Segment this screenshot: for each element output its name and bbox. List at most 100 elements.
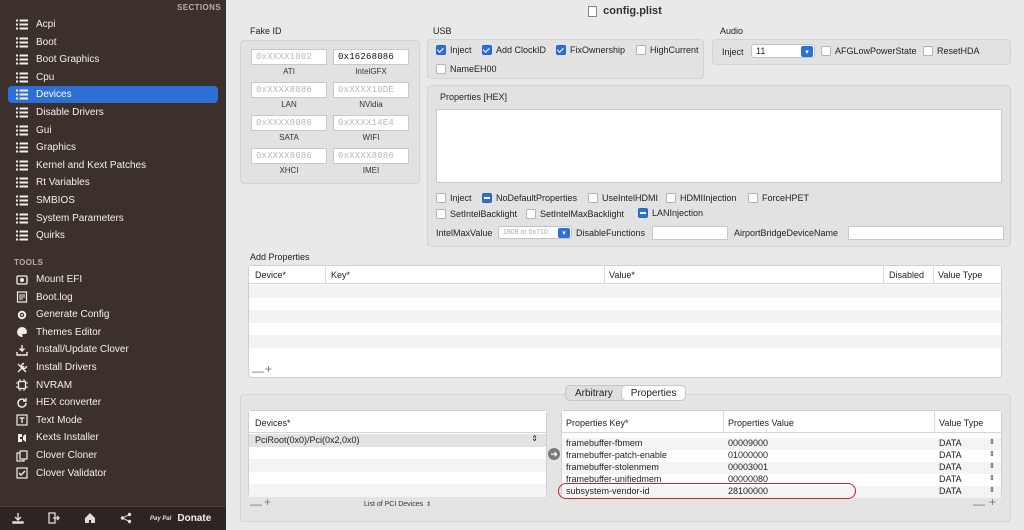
save-button[interactable] xyxy=(0,507,36,530)
sidebar-item-rt-variables[interactable]: Rt Variables xyxy=(8,174,218,191)
sidebar-tool-themes-editor[interactable]: Themes Editor xyxy=(8,324,218,341)
hex-useintelhdmi-checkbox[interactable]: UseIntelHDMI xyxy=(588,193,658,203)
table-row[interactable] xyxy=(249,322,1001,335)
add-properties-add-button[interactable]: + xyxy=(265,362,272,376)
sidebar-tool-clover-validator[interactable]: Clover Validator xyxy=(8,465,218,482)
property-row[interactable]: framebuffer-stolenmem 00003001 DATA ⇕ xyxy=(562,462,1001,474)
device-row[interactable] xyxy=(249,446,546,459)
properties-remove-button[interactable]: — xyxy=(973,497,985,511)
device-row[interactable] xyxy=(249,471,546,484)
updown-chevron-icon[interactable]: ⇕ xyxy=(989,462,995,470)
sidebar-item-cpu[interactable]: Cpu xyxy=(8,69,218,86)
table-row[interactable] xyxy=(249,297,1001,310)
device-row[interactable] xyxy=(249,484,546,497)
column-device[interactable]: Device* xyxy=(255,270,286,280)
tab-arbitrary[interactable]: Arbitrary xyxy=(566,386,622,400)
audio-afglowpowerstate-checkbox[interactable]: AFGLowPowerState xyxy=(821,46,917,56)
updown-chevron-icon[interactable]: ⇕ xyxy=(989,486,995,494)
column-disabled[interactable]: Disabled xyxy=(889,270,924,280)
device-row[interactable] xyxy=(249,459,546,472)
properties-hex-textarea[interactable] xyxy=(436,109,1002,183)
hex-nodefaultproperties-checkbox[interactable]: NoDefaultProperties xyxy=(482,193,577,203)
fake-id-ati-input[interactable]: 0xXXXX1002 xyxy=(251,49,327,65)
sidebar-tool-kexts-installer[interactable]: Kexts Installer xyxy=(8,429,218,446)
sidebar-item-graphics[interactable]: Graphics xyxy=(8,139,218,156)
hex-forcehpet-checkbox[interactable]: ForceHPET xyxy=(748,193,809,203)
devices-remove-button[interactable]: — xyxy=(250,497,262,511)
sidebar-tool-install-update-clover[interactable]: Install/Update Clover xyxy=(8,341,218,358)
updown-chevron-icon[interactable]: ⇕ xyxy=(989,450,995,458)
arrow-right-icon[interactable]: ➜ xyxy=(548,448,560,460)
sidebar-item-boot[interactable]: Boot xyxy=(8,34,218,51)
sidebar-tool-clover-cloner[interactable]: Clover Cloner xyxy=(8,447,218,464)
sidebar-tool-nvram[interactable]: NVRAM xyxy=(8,377,218,394)
updown-chevron-icon[interactable]: ⇕ xyxy=(531,434,538,443)
add-properties-remove-button[interactable]: — xyxy=(252,364,264,378)
usb-nameeh00-checkbox[interactable]: NameEH00 xyxy=(436,64,497,74)
hex-setintelbacklight-checkbox[interactable]: SetIntelBacklight xyxy=(436,209,517,219)
fake-id-sata-input[interactable]: 0xXXXX8086 xyxy=(251,115,327,131)
sidebar-item-quirks[interactable]: Quirks xyxy=(8,227,218,244)
sidebar-item-devices[interactable]: Devices xyxy=(8,86,218,104)
fake-id-imei-input[interactable]: 0xXXXX8086 xyxy=(333,148,409,164)
property-row[interactable]: framebuffer-fbmem 00009000 DATA ⇕ xyxy=(562,438,1001,450)
sidebar-item-gui[interactable]: Gui xyxy=(8,122,218,139)
column-value-type[interactable]: Value Type xyxy=(938,270,982,280)
updown-chevron-icon[interactable]: ⇕ xyxy=(989,474,995,482)
usb-add clockid-checkbox[interactable]: Add ClockID xyxy=(482,45,546,55)
column-value-type[interactable]: Value Type xyxy=(939,418,983,428)
device-row[interactable]: PciRoot(0x0)/Pci(0x2,0x0) ⇕ xyxy=(249,434,546,447)
devices-add-button[interactable]: + xyxy=(264,495,271,509)
audio-resethda-checkbox[interactable]: ResetHDA xyxy=(923,46,980,56)
hex-hdmiinjection-checkbox[interactable]: HDMIInjection xyxy=(666,193,737,203)
table-row[interactable] xyxy=(249,310,1001,323)
property-row[interactable]: subsystem-vendor-id 28100000 DATA ⇕ xyxy=(558,483,1001,499)
column-key[interactable]: Key* xyxy=(331,270,350,280)
sidebar-item-system-parameters[interactable]: System Parameters xyxy=(8,210,218,227)
disable-functions-input[interactable] xyxy=(652,226,728,240)
fake-id-lan-input[interactable]: 0xXXXX8086 xyxy=(251,82,327,98)
sidebar-item-label: Generate Config xyxy=(36,309,110,321)
intel-max-value-select[interactable]: 1808 or 0x710 ▾ xyxy=(498,226,572,239)
tab-properties[interactable]: Properties xyxy=(621,386,686,400)
fake-id-xhci-input[interactable]: 0xXXXX8086 xyxy=(251,148,327,164)
usb-inject-checkbox[interactable]: Inject xyxy=(436,45,472,55)
properties-add-button[interactable]: + xyxy=(989,495,996,509)
fake-id-nvidia-input[interactable]: 0xXXXX10DE xyxy=(333,82,409,98)
sidebar-item-acpi[interactable]: Acpi xyxy=(8,16,218,33)
export-button[interactable] xyxy=(36,507,72,530)
share-button[interactable] xyxy=(108,507,144,530)
donate-button[interactable]: Pay Pal Donate xyxy=(150,513,211,524)
usb-fixownership-checkbox[interactable]: FixOwnership xyxy=(556,45,625,55)
home-icon xyxy=(84,512,96,526)
sidebar-tool-text-mode[interactable]: Text Mode xyxy=(8,412,218,429)
sidebar-tool-generate-config[interactable]: Generate Config xyxy=(8,306,218,323)
audio-inject-select[interactable]: 11 ▾ xyxy=(751,44,815,58)
fake-id-intelgfx-input[interactable]: 0x16268086 xyxy=(333,49,409,65)
column-properties-value[interactable]: Properties Value xyxy=(728,418,794,428)
sidebar-item-kernel-and-kext-patches[interactable]: Kernel and Kext Patches xyxy=(8,157,218,174)
pci-devices-dropdown[interactable]: List of PCI Devices ⇕ xyxy=(364,501,431,508)
sidebar-tool-boot-log[interactable]: Boot.log xyxy=(8,289,218,306)
home-button[interactable] xyxy=(72,507,108,530)
sidebar-tool-install-drivers[interactable]: Install Drivers xyxy=(8,359,218,376)
updown-chevron-icon[interactable]: ⇕ xyxy=(989,438,995,446)
column-value[interactable]: Value* xyxy=(609,270,635,280)
airport-bridge-input[interactable] xyxy=(848,226,1004,240)
sidebar-tool-hex-converter[interactable]: HEX converter xyxy=(8,394,218,411)
table-row[interactable] xyxy=(249,335,1001,348)
sidebar-item-boot-graphics[interactable]: Boot Graphics xyxy=(8,51,218,68)
fake-id-wifi-input[interactable]: 0xXXXX14E4 xyxy=(333,115,409,131)
sidebar-item-smbios[interactable]: SMBIOS xyxy=(8,192,218,209)
usb-highcurrent-checkbox[interactable]: HighCurrent xyxy=(636,45,699,55)
column-devices[interactable]: Devices* xyxy=(255,418,291,428)
sidebar-item-label: Graphics xyxy=(36,142,77,154)
sidebar-tool-mount-efi[interactable]: Mount EFI xyxy=(8,271,218,288)
hex-setintelmaxbacklight-checkbox[interactable]: SetIntelMaxBacklight xyxy=(526,209,624,219)
sidebar-item-disable-drivers[interactable]: Disable Drivers xyxy=(8,104,218,121)
hex-inject-checkbox[interactable]: Inject xyxy=(436,193,472,203)
property-row[interactable]: framebuffer-patch-enable 01000000 DATA ⇕ xyxy=(562,450,1001,462)
table-row[interactable] xyxy=(249,285,1001,298)
column-properties-key[interactable]: Properties Key* xyxy=(566,418,629,428)
hex-laninjection-checkbox[interactable]: LANInjection xyxy=(638,208,703,218)
